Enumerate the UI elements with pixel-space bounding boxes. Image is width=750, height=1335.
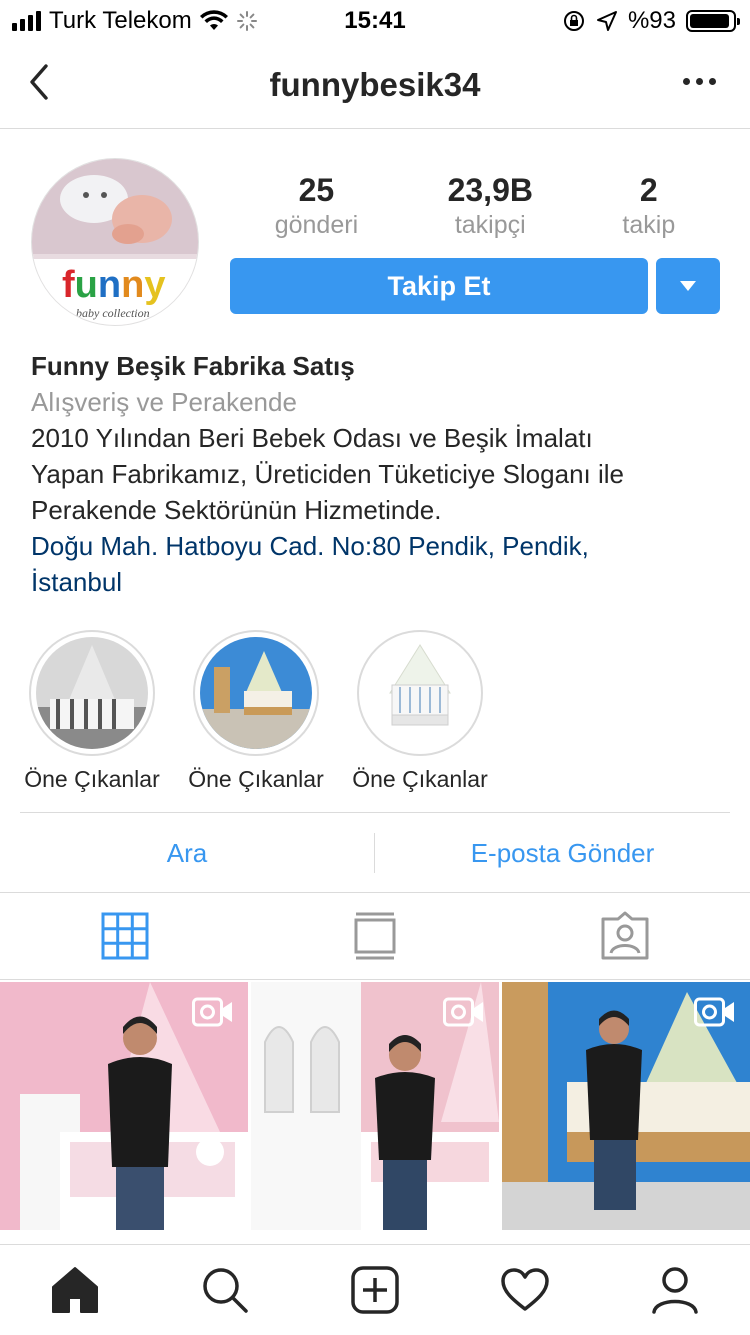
post-grid [0, 982, 750, 1242]
video-icon [694, 997, 734, 1027]
highlight-image [200, 637, 312, 749]
followers-label: takipçi [454, 211, 526, 239]
rotation-lock-icon [563, 11, 584, 31]
posts-label: gönderi [274, 211, 359, 239]
video-icon [192, 997, 232, 1027]
bottom-tab-bar [0, 1244, 750, 1335]
profile-stats: 25 gönderi 23,9B takipçi 2 takip [230, 172, 720, 240]
posts-count[interactable]: 25 gönderi [275, 172, 358, 240]
address-link[interactable]: İstanbul [31, 564, 721, 600]
email-button[interactable]: E-posta Gönder [395, 813, 730, 893]
highlight-item[interactable]: Öne Çıkanlar [181, 630, 331, 793]
highlight-image [36, 637, 148, 749]
battery-icon [686, 10, 740, 32]
feed-icon[interactable] [350, 911, 400, 961]
post-thumbnail[interactable] [251, 982, 499, 1230]
highlight-item[interactable]: Öne Çıkanlar [345, 630, 495, 793]
following-label: takip [622, 211, 676, 239]
grid-icon[interactable] [100, 911, 150, 961]
tagged-icon[interactable] [600, 911, 650, 961]
add-icon[interactable] [350, 1265, 400, 1315]
call-button[interactable]: Ara [20, 813, 354, 893]
story-highlights: Öne Çıkanlar Öne Çıkanlar Öne Çıkanlar [20, 630, 730, 800]
avatar[interactable]: funny baby collection [31, 158, 199, 326]
profile-icon[interactable] [650, 1265, 700, 1315]
more-horizontal-icon[interactable] [683, 78, 716, 85]
svg-text:funny: funny [62, 264, 165, 306]
bio-line: 2010 Yılından Beri Bebek Odası ve Beşik … [31, 423, 593, 453]
heart-icon[interactable] [500, 1265, 550, 1315]
avatar-image: funny baby collection [32, 159, 198, 325]
highlight-label: Öne Çıkanlar [24, 766, 160, 792]
posts-value: 25 [298, 172, 335, 208]
profile-tabs [0, 892, 750, 980]
profile-name: Funny Beşik Fabrika Satış [31, 351, 355, 381]
home-icon[interactable] [50, 1265, 100, 1315]
followers-count[interactable]: 23,9B takipçi [448, 172, 533, 240]
divider [374, 833, 375, 873]
highlight-image [364, 637, 476, 749]
address-link[interactable]: Doğu Mah. Hatboyu Cad. No:80 Pendik, Pen… [31, 528, 721, 564]
highlight-label: Öne Çıkanlar [352, 766, 488, 792]
followers-value: 23,9B [447, 172, 533, 208]
bio-line: Yapan Fabrikamız, Üreticiden Tüketiciye … [31, 459, 624, 489]
profile-bio: Funny Beşik Fabrika Satış Alışveriş ve P… [31, 348, 721, 600]
profile-category: Alışveriş ve Perakende [31, 387, 297, 417]
post-thumbnail[interactable] [0, 982, 248, 1230]
caret-down-icon [680, 281, 696, 291]
following-count[interactable]: 2 takip [622, 172, 675, 240]
highlight-item[interactable]: Öne Çıkanlar [17, 630, 167, 793]
search-icon[interactable] [200, 1265, 250, 1315]
bio-line: Perakende Sektörünün Hizmetinde. [31, 495, 442, 525]
follow-button[interactable]: Takip Et [230, 258, 648, 314]
status-bar: Turk Telekom 15:41 %93 [0, 0, 750, 40]
following-value: 2 [639, 172, 658, 208]
nav-bar: funnybesik34 [0, 40, 750, 129]
location-icon [596, 11, 617, 31]
contact-buttons: Ara E-posta Gönder [20, 812, 730, 893]
page-title: funnybesik34 [269, 66, 481, 103]
svg-text:baby collection: baby collection [76, 306, 150, 320]
post-thumbnail[interactable] [502, 982, 750, 1230]
highlight-label: Öne Çıkanlar [188, 766, 324, 792]
battery-percent: %93 [627, 7, 676, 34]
video-icon [443, 997, 483, 1027]
suggestions-dropdown-button[interactable] [656, 258, 720, 314]
